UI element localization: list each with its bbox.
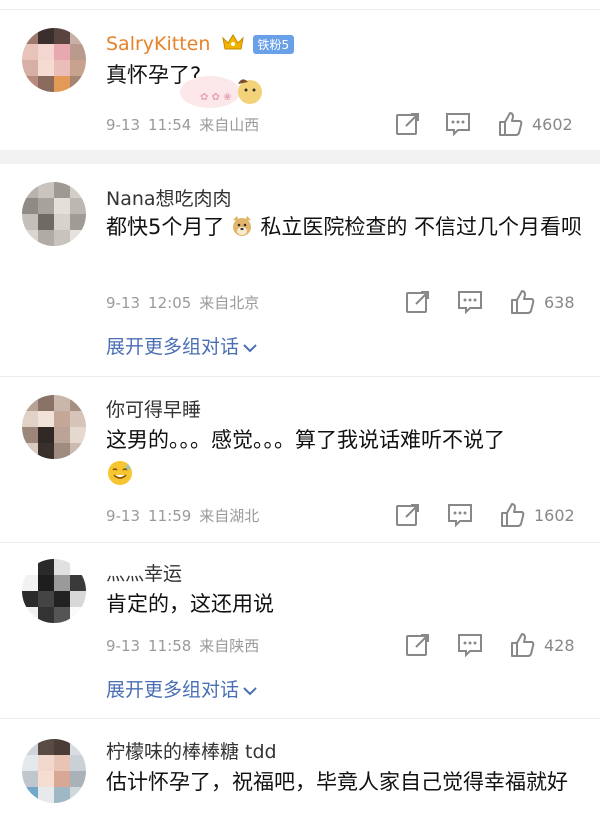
fan-badge: 铁粉5 <box>252 35 295 54</box>
expand-conversation-link[interactable]: 展开更多组对话 <box>106 675 257 702</box>
comment-text-part: 都快5个月了 <box>106 215 225 239</box>
thumbs-up-icon[interactable] <box>510 632 536 658</box>
comment-date: 9-13 <box>106 116 141 134</box>
comment-divider <box>0 542 600 543</box>
top-divider <box>0 0 600 10</box>
comment-icon[interactable] <box>444 111 472 137</box>
comment-icon[interactable] <box>456 289 484 315</box>
sticker-decoration: ✿ ✿ ❀ <box>180 76 262 108</box>
thumbs-up-icon[interactable] <box>500 502 526 528</box>
chevron-down-icon[interactable] <box>243 679 257 701</box>
comment-location: 来自陕西 <box>199 637 260 655</box>
comment-meta: 9-13 12:05 来自北京 <box>106 292 267 313</box>
avatar[interactable] <box>22 395 86 459</box>
like-button[interactable]: 428 <box>510 632 575 658</box>
comment-icon[interactable] <box>456 632 484 658</box>
comment-text: 估计怀孕了，祝福吧，毕竟人家自己觉得幸福就好 <box>106 770 568 794</box>
comment-text-part: 私立医院检查的 不信过几个月看呗 <box>260 215 583 239</box>
share-icon[interactable] <box>404 289 432 315</box>
crown-icon <box>222 33 245 56</box>
avatar[interactable] <box>22 28 86 92</box>
comment-text: 这男的。。。感觉。。。算了我说话难听不说了 <box>106 428 505 452</box>
like-count: 428 <box>544 635 575 655</box>
comment-username[interactable]: 柠檬味的棒棒糖 tdd <box>106 737 277 764</box>
comment-text: 都快5个月了 私立医院检查的 不信过几个月看呗 <box>106 210 586 244</box>
comment-time: 12:05 <box>148 294 192 312</box>
smile-sweat-emoji <box>108 461 132 485</box>
avatar[interactable] <box>22 182 86 246</box>
thumbs-up-icon[interactable] <box>510 289 536 315</box>
comment-location: 来自湖北 <box>199 507 260 525</box>
expand-conversation-link[interactable]: 展开更多组对话 <box>106 332 257 359</box>
comment-username[interactable]: 你可得早睡 <box>106 395 201 422</box>
chevron-down-icon[interactable] <box>243 336 257 358</box>
like-count: 1602 <box>534 505 575 525</box>
like-count: 638 <box>544 292 575 312</box>
share-icon[interactable] <box>404 632 432 658</box>
share-icon[interactable] <box>394 111 422 137</box>
comment-username[interactable]: Nana想吃肉肉 <box>106 184 232 211</box>
like-button[interactable]: 638 <box>510 289 575 315</box>
expand-label[interactable]: 展开更多组对话 <box>106 336 239 358</box>
comment-divider <box>0 718 600 719</box>
comment-time: 11:59 <box>148 507 192 525</box>
comment-location: 来自山西 <box>199 116 260 134</box>
username-text[interactable]: SalryKitten <box>106 33 210 55</box>
like-count: 4602 <box>532 114 573 134</box>
comment-date: 9-13 <box>106 637 141 655</box>
thumbs-up-icon[interactable] <box>498 111 524 137</box>
avatar[interactable] <box>22 559 86 623</box>
share-icon[interactable] <box>394 502 422 528</box>
comment-icon[interactable] <box>446 502 474 528</box>
avatar[interactable] <box>22 739 86 803</box>
comment-username[interactable]: SalryKitten 铁粉5 <box>106 33 295 56</box>
comment-divider <box>0 376 600 377</box>
comment-username[interactable]: 灬灬幸运 <box>106 559 182 586</box>
comment-location: 来自北京 <box>199 294 260 312</box>
section-separator <box>0 150 600 164</box>
like-button[interactable]: 4602 <box>498 111 573 137</box>
comment-text: 真怀孕了? <box>106 63 202 87</box>
comment-time: 11:58 <box>148 637 192 655</box>
comment-text: 肯定的，这还用说 <box>106 592 274 616</box>
like-button[interactable]: 1602 <box>500 502 575 528</box>
expand-label[interactable]: 展开更多组对话 <box>106 679 239 701</box>
comment-time: 11:54 <box>148 116 192 134</box>
comment-date: 9-13 <box>106 507 141 525</box>
doge-emoji <box>233 216 252 236</box>
comment-meta: 9-13 11:59 来自湖北 <box>106 505 267 526</box>
comment-meta: 9-13 11:58 来自陕西 <box>106 635 267 656</box>
comment-meta: 9-13 11:54 来自山西 <box>106 114 267 135</box>
comment-date: 9-13 <box>106 294 141 312</box>
svg-text:✿ ✿ ❀: ✿ ✿ ❀ <box>200 92 232 103</box>
